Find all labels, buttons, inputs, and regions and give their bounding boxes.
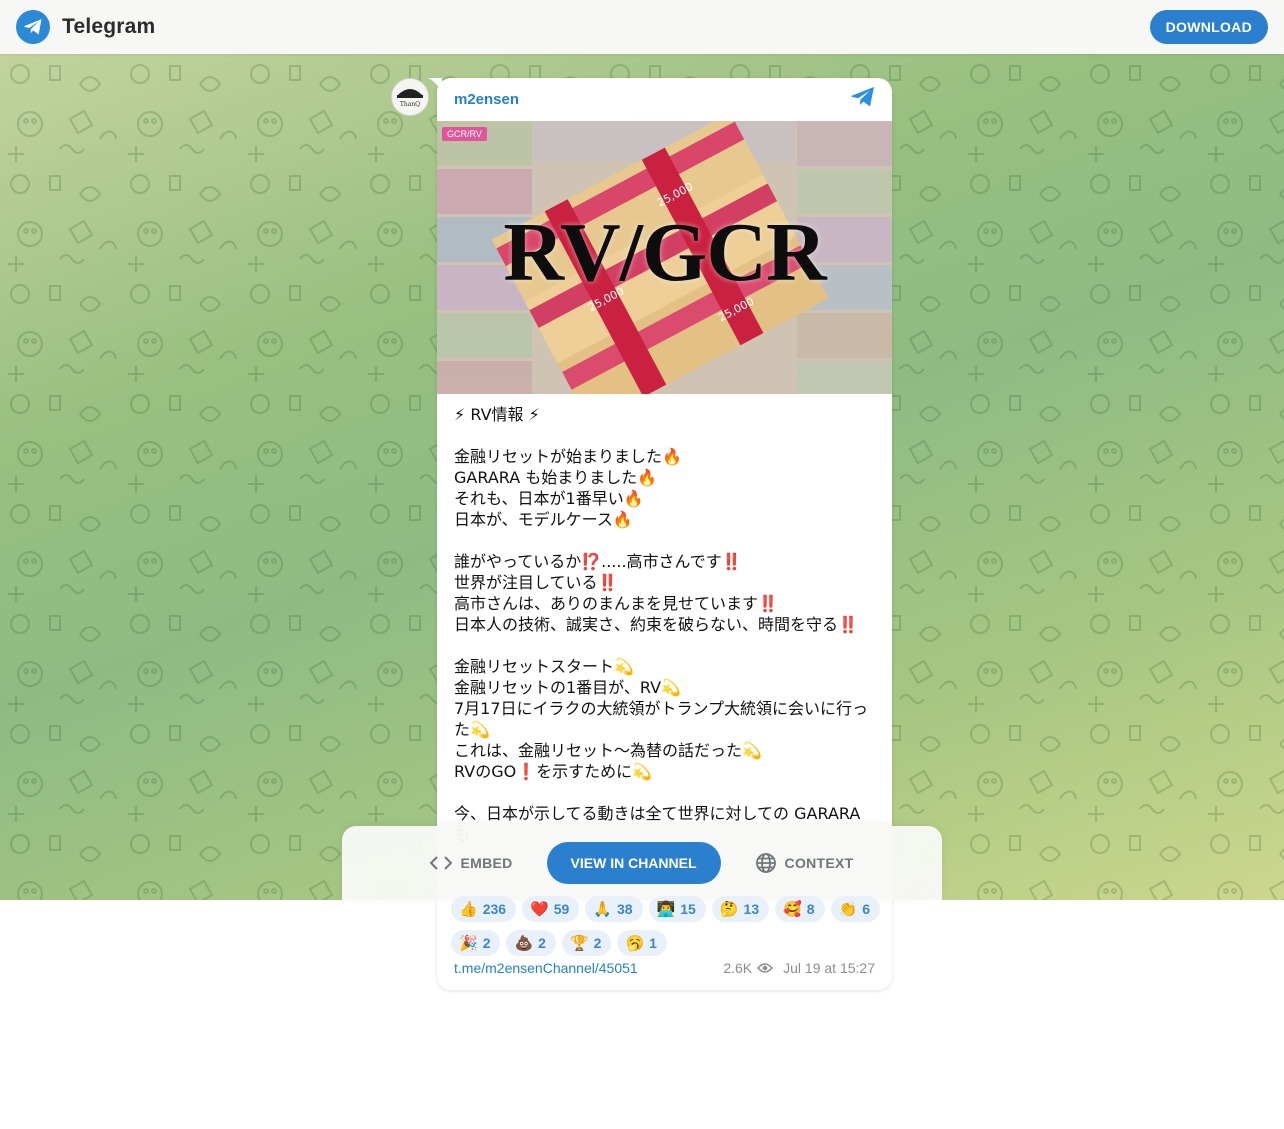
reaction-emoji: 🏆: [569, 934, 589, 952]
context-label: CONTEXT: [784, 855, 854, 871]
action-bar: EMBED VIEW IN CHANNEL CONTEXT: [342, 826, 942, 900]
reaction-pill[interactable]: 🥱 1: [617, 930, 667, 956]
embed-label: EMBED: [460, 855, 513, 871]
telegram-logo-icon: [16, 10, 50, 44]
reaction-pill[interactable]: 🙏 38: [585, 896, 643, 922]
reaction-count: 2: [593, 935, 602, 951]
reaction-emoji: 💩: [514, 934, 534, 952]
reaction-count: 13: [743, 901, 760, 917]
message-line: 高市さんは、ありのまんまを見せています‼️: [454, 594, 778, 613]
reaction-count: 1: [649, 935, 657, 951]
reactions: 👍 236 ❤️ 59 🙏 38 👨‍💻 15 🤔 13 🥰 8 👏 6 🎉 2 💩 2 🏆 2 🥱 1: [451, 896, 881, 956]
reaction-pill[interactable]: 🥰 8: [775, 896, 825, 922]
message-line: 金融リセットの1番目が、RV💫: [454, 678, 681, 697]
reaction-emoji: ❤️: [530, 900, 549, 918]
message-meta: 2.6K Jul 19 at 15:27: [723, 960, 875, 976]
message-line: ⚡ RV情報 ⚡: [454, 405, 540, 424]
message-line: 日本が、モデルケース🔥: [454, 510, 633, 529]
reaction-count: 2: [538, 935, 546, 951]
message-line: [454, 635, 875, 656]
reaction-pill[interactable]: ❤️ 59: [522, 896, 580, 922]
reaction-count: 59: [553, 901, 570, 917]
reaction-count: 38: [617, 901, 633, 917]
code-icon: [430, 856, 453, 870]
reaction-count: 15: [680, 901, 696, 917]
message-line: これは、金融リセット〜為替の話だった💫: [454, 741, 762, 760]
message-footer: t.me/m2ensenChannel/45051 2.6K Jul 19 at…: [454, 958, 875, 978]
reaction-count: 236: [482, 901, 507, 917]
channel-name[interactable]: m2ensen: [454, 91, 519, 108]
brand[interactable]: Telegram: [16, 10, 155, 44]
message-line: [454, 530, 875, 551]
eye-icon: [757, 963, 774, 973]
reaction-count: 6: [862, 901, 871, 917]
view-count: 2.6K: [723, 960, 753, 976]
message-line: 7月17日にイラクの大統領がトランプ大統領に会いに行った💫: [454, 699, 869, 739]
message-line: GARARA も始まりました🔥: [454, 468, 658, 487]
reaction-emoji: 🤔: [719, 900, 739, 918]
post-image[interactable]: 25,000 25,000 25,000 GCR/RV RV/GCR: [437, 121, 892, 394]
reaction-emoji: 👨‍💻: [656, 900, 676, 918]
svg-text:ThanQ: ThanQ: [400, 101, 420, 108]
brand-name: Telegram: [62, 15, 156, 38]
reaction-pill[interactable]: 💩 2: [506, 930, 556, 956]
reaction-pill[interactable]: 👍 236: [451, 896, 517, 922]
message-line: 金融リセットスタート💫: [454, 657, 634, 676]
reaction-pill[interactable]: 👏 6: [830, 896, 881, 922]
message-line: 誰がやっているか⁉️.....高市さんです‼️: [454, 552, 742, 571]
reaction-emoji: 🙏: [593, 900, 612, 918]
message-line: 金融リセットが始まりました🔥: [454, 447, 682, 466]
reaction-pill[interactable]: 👨‍💻 15: [648, 896, 706, 922]
reaction-emoji: 🥰: [783, 900, 802, 918]
download-button[interactable]: DOWNLOAD: [1149, 10, 1268, 44]
reaction-emoji: 👍: [459, 900, 478, 918]
message-line: [454, 425, 875, 446]
message-text: ⚡ RV情報 ⚡ 金融リセットが始まりました🔥 GARARA も始まりました🔥 それも…: [437, 394, 892, 845]
channel-avatar[interactable]: ThanQ: [391, 78, 429, 116]
reaction-emoji: 👏: [838, 900, 858, 918]
reaction-pill[interactable]: 🤔 13: [711, 896, 770, 922]
reaction-count: 2: [482, 935, 491, 951]
reaction-emoji: 🎉: [459, 934, 478, 952]
context-button[interactable]: CONTEXT: [755, 852, 854, 874]
embed-button[interactable]: EMBED: [430, 855, 512, 871]
message-header: m2ensen: [437, 78, 892, 121]
message-line: 日本人の技術、誠実さ、約束を破らない、時間を守る‼️: [454, 615, 858, 634]
reaction-pill[interactable]: 🏆 2: [561, 930, 612, 956]
image-title: RV/GCR: [503, 206, 826, 299]
telegram-plane-icon[interactable]: [850, 86, 876, 113]
image-tag: GCR/RV: [442, 127, 487, 141]
message-line: [454, 782, 875, 803]
post-link[interactable]: t.me/m2ensenChannel/45051: [454, 960, 638, 976]
post-date: Jul 19 at 15:27: [783, 960, 875, 976]
reaction-emoji: 🥱: [625, 934, 645, 952]
message-line: 世界が注目している‼️: [454, 573, 618, 592]
view-in-channel-button[interactable]: VIEW IN CHANNEL: [546, 842, 721, 884]
message-line: RVのGO❗️を示すために💫: [454, 762, 653, 781]
views: 2.6K: [723, 960, 774, 976]
message-line: それも、日本が1番早い🔥: [454, 489, 644, 508]
reaction-count: 8: [806, 901, 815, 917]
top-bar: Telegram DOWNLOAD: [0, 0, 1284, 54]
globe-icon: [755, 853, 776, 873]
reaction-pill[interactable]: 🎉 2: [451, 930, 501, 956]
